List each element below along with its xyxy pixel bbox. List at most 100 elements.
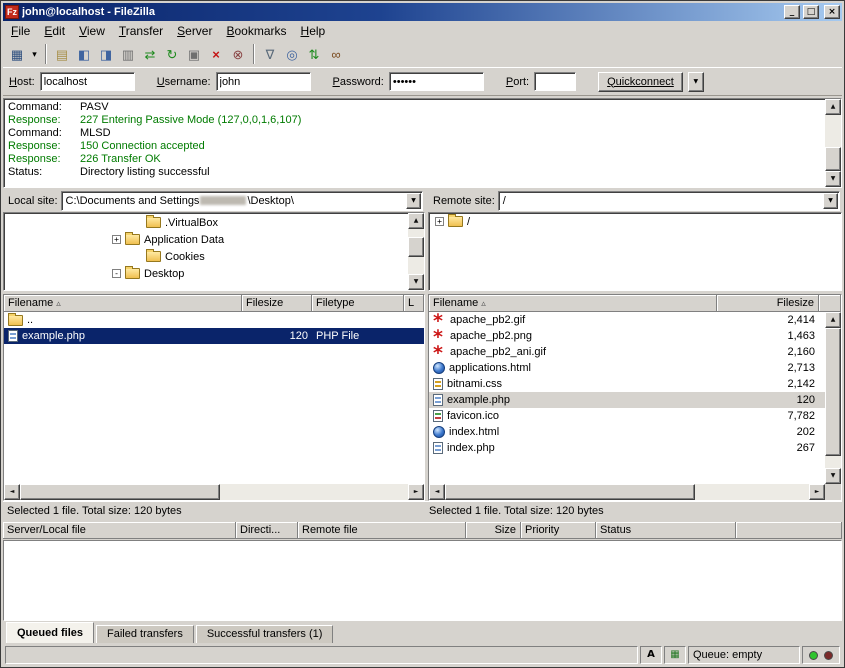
port-input[interactable] bbox=[534, 72, 576, 91]
refresh-button[interactable]: ↻ bbox=[161, 43, 183, 65]
file-row-selected-inactive[interactable]: example.php 120 bbox=[429, 392, 825, 408]
scroll-down-button[interactable] bbox=[825, 171, 841, 187]
column-header-priority[interactable]: Priority bbox=[521, 522, 596, 539]
cancel-button[interactable]: × bbox=[205, 43, 227, 65]
file-list-row: Filename Filesize Filetype L .. example.… bbox=[3, 294, 842, 501]
tab-queued-files[interactable]: Queued files bbox=[6, 622, 94, 643]
file-row[interactable]: index.php 267 bbox=[429, 440, 825, 456]
remote-horizontal-scrollbar[interactable] bbox=[429, 484, 825, 500]
column-header-filesize[interactable]: Filesize bbox=[717, 295, 819, 312]
expand-icon[interactable]: + bbox=[112, 235, 121, 244]
expand-icon[interactable]: + bbox=[435, 217, 444, 226]
log-label: Response: bbox=[8, 140, 80, 153]
password-input[interactable] bbox=[389, 72, 484, 91]
remote-vertical-scrollbar[interactable] bbox=[825, 312, 841, 484]
menu-edit[interactable]: Edit bbox=[37, 22, 72, 41]
folder-icon bbox=[448, 216, 463, 227]
scroll-up-button[interactable] bbox=[825, 312, 841, 328]
menu-server[interactable]: Server bbox=[170, 22, 219, 41]
column-header-server-local-file[interactable]: Server/Local file bbox=[3, 522, 236, 539]
combo-dropdown-button[interactable] bbox=[823, 193, 838, 209]
minimize-button[interactable]: _ bbox=[784, 5, 800, 19]
quickconnect-button[interactable]: Quickconnect bbox=[598, 72, 683, 92]
disconnect-button[interactable]: ⊗ bbox=[227, 43, 249, 65]
scrollbar-thumb[interactable] bbox=[20, 484, 220, 500]
menu-view[interactable]: View bbox=[72, 22, 112, 41]
collapse-icon[interactable]: - bbox=[112, 269, 121, 278]
local-site-combo[interactable]: C:\Documents and Settings\Desktop\ bbox=[61, 191, 423, 211]
scroll-up-button[interactable] bbox=[825, 99, 841, 115]
scroll-right-button[interactable] bbox=[809, 484, 825, 500]
file-row[interactable]: applications.html 2,713 bbox=[429, 360, 825, 376]
file-row-selected[interactable]: example.php 120 PHP File bbox=[4, 328, 424, 344]
filezilla-window: Fz john@localhost - FileZilla _ □ × File… bbox=[0, 0, 845, 668]
scrollbar-thumb[interactable] bbox=[825, 147, 841, 171]
file-row[interactable]: apache_pb2_ani.gif 2,160 bbox=[429, 344, 825, 360]
remote-site-combo[interactable]: / bbox=[498, 191, 840, 211]
column-header-last-modified[interactable]: L bbox=[404, 295, 424, 312]
combo-dropdown-button[interactable] bbox=[406, 193, 421, 209]
column-header-filesize[interactable]: Filesize bbox=[242, 295, 312, 312]
column-header-remote-file[interactable]: Remote file bbox=[298, 522, 466, 539]
site-manager-button[interactable]: ▦ bbox=[6, 43, 28, 65]
tab-successful-transfers[interactable]: Successful transfers (1) bbox=[196, 625, 334, 643]
local-horizontal-scrollbar[interactable] bbox=[4, 484, 424, 500]
file-row[interactable]: index.html 202 bbox=[429, 424, 825, 440]
file-row[interactable]: favicon.ico 7,782 bbox=[429, 408, 825, 424]
tree-item[interactable]: + / bbox=[429, 213, 841, 230]
close-button[interactable]: × bbox=[824, 5, 840, 19]
menu-bookmarks[interactable]: Bookmarks bbox=[219, 22, 293, 41]
scroll-down-button[interactable] bbox=[825, 468, 841, 484]
process-queue-button[interactable]: ▣ bbox=[183, 43, 205, 65]
find-files-button[interactable]: ∞ bbox=[325, 43, 347, 65]
message-log-icon: ▤ bbox=[56, 48, 68, 61]
file-row[interactable]: bitnami.css 2,142 bbox=[429, 376, 825, 392]
toggle-queue-button[interactable]: ▥ bbox=[117, 43, 139, 65]
site-manager-dropdown-button[interactable]: ▾ bbox=[28, 43, 41, 65]
toggle-message-log-button[interactable]: ▤ bbox=[51, 43, 73, 65]
column-header-filetype[interactable]: Filetype bbox=[312, 295, 404, 312]
column-header-filename[interactable]: Filename bbox=[4, 295, 242, 312]
scroll-left-button[interactable] bbox=[429, 484, 445, 500]
menu-bar: File Edit View Transfer Server Bookmarks… bbox=[3, 21, 842, 41]
quickconnect-dropdown-button[interactable] bbox=[688, 72, 704, 92]
column-header-filename[interactable]: Filename bbox=[429, 295, 717, 312]
column-header-spacer bbox=[819, 295, 841, 312]
file-row[interactable]: apache_pb2.png 1,463 bbox=[429, 328, 825, 344]
log-scrollbar[interactable] bbox=[825, 99, 841, 187]
transfer-queue: Server/Local file Directi... Remote file… bbox=[3, 522, 842, 621]
filter-button[interactable]: ∇ bbox=[259, 43, 281, 65]
scrollbar-thumb[interactable] bbox=[825, 328, 841, 456]
column-header-direction[interactable]: Directi... bbox=[236, 522, 298, 539]
maximize-button[interactable]: □ bbox=[803, 5, 819, 19]
log-text: 150 Connection accepted bbox=[80, 140, 205, 153]
column-header-status[interactable]: Status bbox=[596, 522, 736, 539]
tree-item[interactable]: + Application Data bbox=[4, 231, 408, 248]
scroll-down-button[interactable] bbox=[408, 274, 424, 290]
tree-item[interactable]: - Desktop bbox=[4, 265, 408, 282]
tree-item[interactable]: Cookies bbox=[4, 248, 408, 265]
menu-transfer[interactable]: Transfer bbox=[112, 22, 170, 41]
username-input[interactable] bbox=[216, 72, 311, 91]
synchronized-browsing-button[interactable]: ⇅ bbox=[303, 43, 325, 65]
transfer-files-button[interactable]: ⇄ bbox=[139, 43, 161, 65]
toggle-remote-tree-button[interactable]: ◨ bbox=[95, 43, 117, 65]
file-row-parent-dir[interactable]: .. bbox=[4, 312, 424, 328]
host-input[interactable] bbox=[40, 72, 135, 91]
log-text: Directory listing successful bbox=[80, 166, 210, 179]
tab-failed-transfers[interactable]: Failed transfers bbox=[96, 625, 194, 643]
menu-file[interactable]: File bbox=[4, 22, 37, 41]
scroll-up-button[interactable] bbox=[408, 213, 424, 229]
menu-help[interactable]: Help bbox=[294, 22, 333, 41]
scroll-left-button[interactable] bbox=[4, 484, 20, 500]
toggle-local-tree-button[interactable]: ◧ bbox=[73, 43, 95, 65]
scrollbar-thumb[interactable] bbox=[408, 237, 424, 257]
tree-scrollbar[interactable] bbox=[408, 213, 424, 290]
column-header-size[interactable]: Size bbox=[466, 522, 521, 539]
directory-comparison-button[interactable]: ◎ bbox=[281, 43, 303, 65]
scrollbar-thumb[interactable] bbox=[445, 484, 695, 500]
scroll-right-button[interactable] bbox=[408, 484, 424, 500]
tree-item[interactable]: .VirtualBox bbox=[4, 214, 408, 231]
file-row[interactable]: apache_pb2.gif 2,414 bbox=[429, 312, 825, 328]
php-file-icon bbox=[433, 442, 443, 454]
